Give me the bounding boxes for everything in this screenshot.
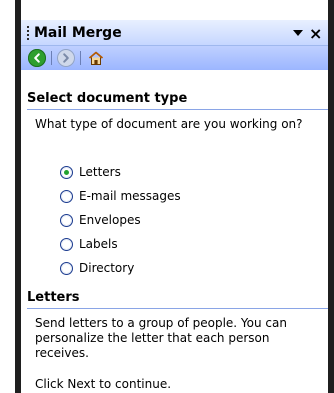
section-header-text: Letters <box>27 290 80 305</box>
radio-option-label: Labels <box>79 237 118 251</box>
forward-button[interactable] <box>57 49 75 67</box>
task-pane-title: Mail Merge <box>34 25 122 41</box>
radio-option-email-messages[interactable]: E-mail messages <box>60 187 181 205</box>
right-border <box>328 0 334 393</box>
back-icon <box>34 53 40 63</box>
radio-option-envelopes[interactable]: Envelopes <box>60 211 141 229</box>
radio-option-letters[interactable]: Letters <box>60 163 121 181</box>
radio-option-directory[interactable]: Directory <box>60 259 134 277</box>
toolbar-separator <box>80 51 81 65</box>
task-pane-toolbar <box>21 46 328 70</box>
close-icon[interactable]: × <box>309 24 322 43</box>
task-pane-titlebar: Mail Merge × <box>21 20 328 46</box>
document-type-question: What type of document are you working on… <box>35 117 303 131</box>
window-frame: Mail Merge × Select document type What t… <box>0 0 334 393</box>
task-pane-content: Select document type What type of docume… <box>21 70 328 393</box>
forward-icon <box>63 53 69 63</box>
mail-merge-task-pane: Mail Merge × Select document type What t… <box>21 20 328 393</box>
radio-button[interactable] <box>60 237 73 251</box>
back-button[interactable] <box>28 49 46 67</box>
radio-option-label: E-mail messages <box>79 189 181 203</box>
toolbar-separator <box>51 51 52 65</box>
left-border <box>0 0 21 393</box>
radio-option-label: Envelopes <box>79 213 141 227</box>
letters-description: Send letters to a group of people. You c… <box>35 316 287 360</box>
radio-button[interactable] <box>60 261 73 275</box>
select-document-type-header: Select document type <box>21 90 328 110</box>
task-pane-menu-dropdown-icon[interactable] <box>291 26 305 40</box>
radio-option-labels[interactable]: Labels <box>60 235 118 253</box>
radio-button[interactable] <box>60 213 73 227</box>
radio-button[interactable] <box>60 165 73 179</box>
letters-section-header: Letters <box>21 289 328 309</box>
section-header-text: Select document type <box>27 91 188 106</box>
home-button[interactable] <box>86 48 106 68</box>
next-hint: Click Next to continue. <box>35 377 172 391</box>
radio-option-label: Directory <box>79 261 135 275</box>
radio-option-label: Letters <box>79 165 121 179</box>
drag-grip-icon[interactable] <box>27 26 29 40</box>
home-icon <box>88 51 104 65</box>
radio-button[interactable] <box>60 189 73 203</box>
